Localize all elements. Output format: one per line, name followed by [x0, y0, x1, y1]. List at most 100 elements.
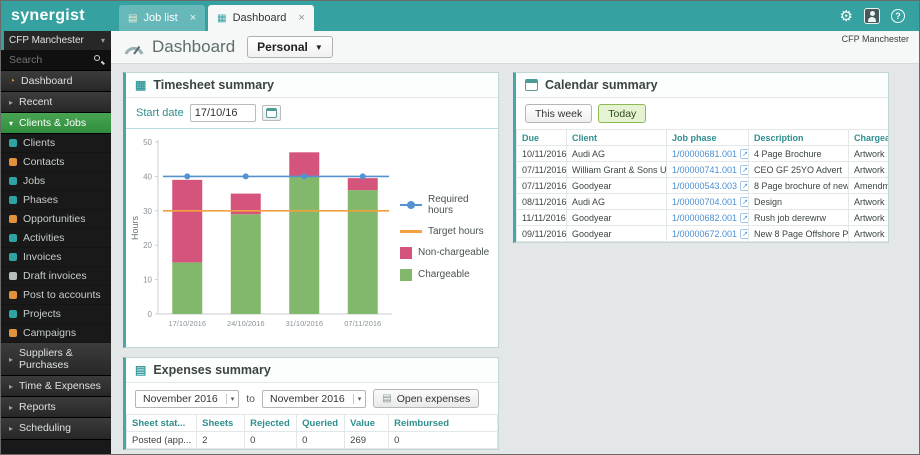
tab-job-list[interactable]: ▤ Job list × [119, 5, 206, 31]
sidebar-item-phases[interactable]: Phases [1, 191, 111, 211]
calendar-controls: This week Today [516, 98, 888, 129]
bar-non-chargeable [289, 152, 320, 177]
y-tick-label: 50 [143, 138, 152, 147]
user-icon[interactable] [864, 8, 880, 24]
sidebar-item-recent[interactable]: ▸ Recent [1, 92, 111, 114]
client-cell: Audi AG [566, 193, 667, 210]
sidebar-item-post-to-accounts[interactable]: Post to accounts [1, 286, 111, 306]
job-phase-link[interactable]: 1/00000682.001 [672, 213, 737, 223]
dashboard-mode-button[interactable]: Personal ▼ [247, 36, 333, 58]
chevron-down-icon: ▾ [352, 393, 366, 404]
sidebar-item-label: Activities [23, 232, 65, 245]
sidebar-item-campaigns[interactable]: Campaigns [1, 324, 111, 344]
calendar-row: 10/11/2016 Audi AG 1/00000681.001 ↗ 4 Page B… [516, 145, 888, 162]
close-tab-icon[interactable]: × [190, 12, 196, 24]
description-cell: 8 Page brochure of new tr [748, 177, 849, 194]
sidebar-item-projects[interactable]: Projects [1, 305, 111, 325]
close-tab-icon[interactable]: × [298, 12, 304, 24]
sidebar-item-clients[interactable]: Clients [1, 134, 111, 154]
open-in-new-icon[interactable]: ↗ [740, 148, 748, 159]
bar-chargeable [172, 262, 203, 314]
due-cell: 10/11/2016 [516, 145, 567, 162]
tab-dashboard[interactable]: ▦ Dashboard × [208, 5, 314, 31]
job-phase-cell: 1/00000681.001 ↗ [666, 145, 749, 162]
chevron-down-icon: ▼ [314, 42, 323, 52]
y-tick-label: 40 [143, 172, 152, 181]
sidebar-item-opportunities[interactable]: Opportunities [1, 210, 111, 230]
calendar-row: 11/11/2016 Goodyear 1/00000682.001 ↗ Rush jo… [516, 209, 888, 226]
panel-title: Timesheet summary [153, 78, 275, 92]
panel-header: ▤ Expenses summary [126, 358, 498, 383]
panel-title: Calendar summary [545, 78, 658, 92]
description-cell: Rush job derewrw [748, 209, 849, 226]
search-icon[interactable] [93, 54, 105, 66]
caret-icon: ▸ [9, 423, 14, 433]
open-in-new-icon[interactable]: ↗ [740, 180, 748, 191]
due-cell: 08/11/2016 [516, 193, 567, 210]
column-header-client[interactable]: Client [566, 129, 667, 146]
dashboard-tab-icon: ▦ [217, 12, 227, 24]
column-header-reimbursed[interactable]: Reimbursed [388, 414, 498, 432]
this-week-button[interactable]: This week [525, 104, 593, 123]
sidebar-item-activities[interactable]: Activities [1, 229, 111, 249]
calendar-summary-panel: Calendar summary This week Today Due Clie… [513, 72, 889, 243]
today-button[interactable]: Today [598, 104, 647, 123]
job-phase-cell: 1/00000543.003 ↗ [666, 177, 749, 194]
job-list-icon: ▤ [128, 12, 138, 24]
column-header-chargeable[interactable]: Chargeable [848, 129, 888, 146]
start-date-input[interactable] [189, 104, 256, 122]
sidebar-item-label: Clients [23, 137, 56, 150]
help-icon[interactable]: ? [891, 9, 905, 23]
sidebar-item-label: Reports [19, 401, 56, 414]
sidebar-item-draft-invoices[interactable]: Draft invoices [1, 267, 111, 287]
job-phase-link[interactable]: 1/00000681.001 [672, 149, 737, 159]
search-input[interactable] [7, 53, 93, 67]
job-phase-link[interactable]: 1/00000543.003 [672, 181, 737, 191]
company-selector[interactable]: CFP Manchester ▾ [1, 31, 111, 50]
sidebar-item-label: Suppliers & Purchases [19, 347, 73, 372]
y-axis-label: Hours [130, 216, 140, 241]
open-in-new-icon[interactable]: ↗ [740, 164, 748, 175]
job-phase-link[interactable]: 1/00000704.001 [672, 197, 737, 207]
column-header-due[interactable]: Due [516, 129, 567, 146]
sidebar-item-dashboard[interactable]: ◔ Dashboard [1, 71, 111, 93]
settings-gear-icon[interactable]: ⚙ [840, 9, 853, 24]
sidebar-item-contacts[interactable]: Contacts [1, 153, 111, 173]
open-in-new-icon[interactable]: ↗ [740, 228, 748, 239]
job-phase-link[interactable]: 1/00000672.001 [672, 229, 737, 239]
calendar-picker-button[interactable] [261, 105, 281, 121]
column-header-sheet-stat[interactable]: Sheet stat... [126, 414, 198, 432]
open-in-new-icon[interactable]: ↗ [740, 212, 748, 223]
open-in-new-icon[interactable]: ↗ [740, 196, 748, 207]
sidebar-item-invoices[interactable]: Invoices [1, 248, 111, 268]
column-header-sheets[interactable]: Sheets [196, 414, 246, 432]
sidebar-item-label: Jobs [23, 175, 46, 188]
column-header-rejected[interactable]: Rejected [244, 414, 298, 432]
sidebar-item-label: Campaigns [23, 327, 77, 340]
post-to-accounts-icon [9, 291, 17, 300]
sidebar-item-reports[interactable]: ▸ Reports [1, 397, 111, 419]
sidebar-item-jobs[interactable]: Jobs [1, 172, 111, 192]
opportunities-icon [9, 215, 17, 224]
phases-icon [9, 196, 17, 205]
column-header-queried[interactable]: Queried [296, 414, 346, 432]
sidebar-item-time-expenses[interactable]: ▸ Time & Expenses [1, 376, 111, 398]
to-month-select[interactable]: November 2016 ▾ [262, 389, 367, 408]
app-logo[interactable]: synergist [1, 1, 111, 31]
calendar-row: 08/11/2016 Audi AG 1/00000704.001 ↗ Design Ar… [516, 193, 888, 210]
job-phase-link[interactable]: 1/00000741.001 [672, 165, 737, 175]
panel-header: Calendar summary [516, 73, 888, 98]
description-cell: CEO GF 25YO Advert [748, 161, 849, 178]
charge-cell: Artwork [848, 225, 888, 242]
sidebar-item-scheduling[interactable]: ▸ Scheduling [1, 418, 111, 440]
column-header-value[interactable]: Value [344, 414, 390, 432]
sidebar-item-label: Dashboard [21, 75, 73, 87]
sidebar-item-suppliers-purchases[interactable]: ▸ Suppliers & Purchases [1, 343, 111, 377]
from-month-select[interactable]: November 2016 ▾ [135, 389, 240, 408]
column-header-job-phase[interactable]: Job phase [666, 129, 749, 146]
page-header: Dashboard Personal ▼ CFP Manchester [111, 31, 919, 64]
open-expenses-button[interactable]: ▤ Open expenses [373, 389, 480, 408]
legend-swatch-square [400, 246, 412, 259]
sidebar-item-clients-jobs[interactable]: ▾ Clients & Jobs [1, 113, 111, 135]
column-header-description[interactable]: Description [748, 129, 849, 146]
